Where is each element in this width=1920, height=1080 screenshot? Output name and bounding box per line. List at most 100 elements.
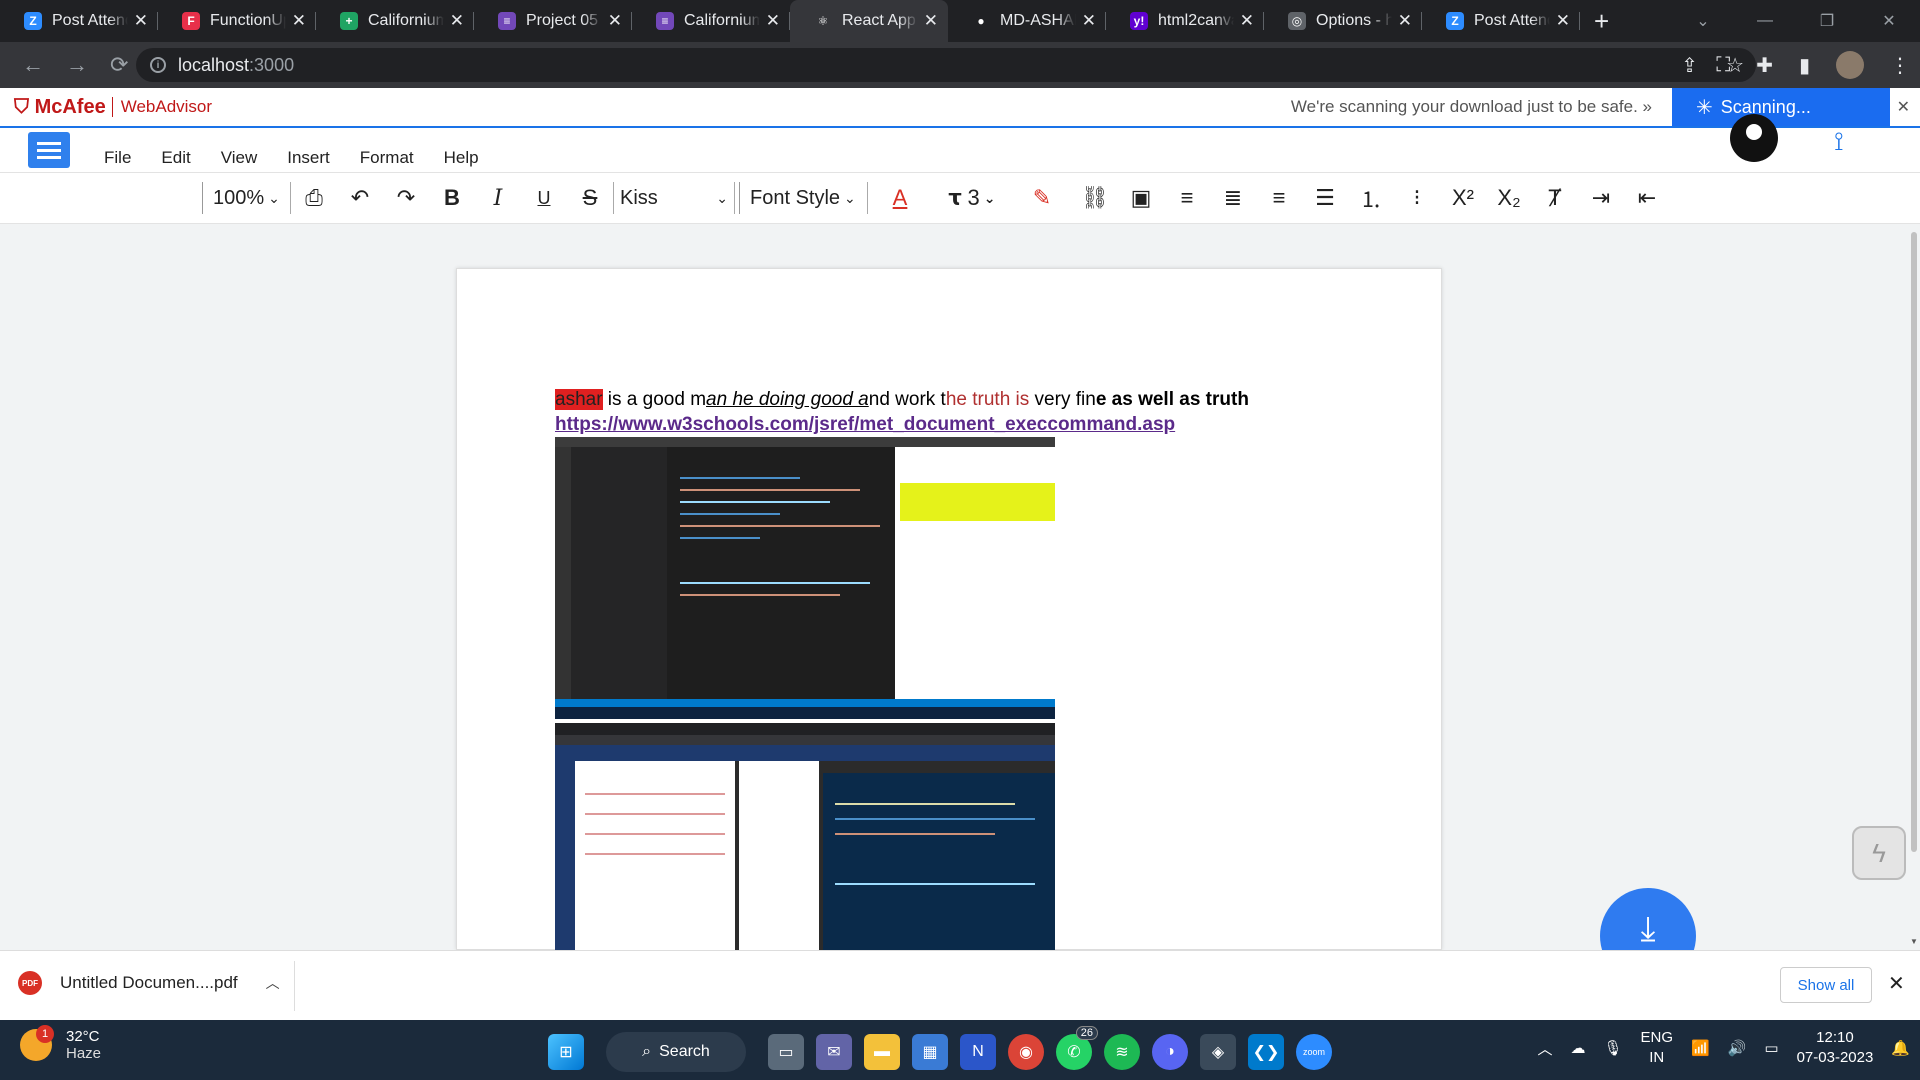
chrome-icon[interactable]: ◉ <box>1008 1034 1044 1070</box>
subscript-icon[interactable]: X₂ <box>1486 180 1532 216</box>
tab-8[interactable]: ◎ Options - h ✕ <box>1264 0 1422 42</box>
chevron-up-icon[interactable]: ︿ <box>266 973 280 993</box>
document-text-line[interactable]: ashar is a good man he doing good and wo… <box>555 389 1249 411</box>
menu-view[interactable]: View <box>221 148 258 168</box>
document-icon[interactable] <box>28 132 70 168</box>
italic-icon[interactable]: I <box>475 180 521 216</box>
close-banner-icon[interactable]: ✕ <box>1897 97 1910 117</box>
notification-icon[interactable]: 🔔 <box>1891 1039 1910 1057</box>
clear-format-icon[interactable]: Ⱦ <box>1532 180 1578 216</box>
print-icon[interactable]: ⎙ <box>291 180 337 216</box>
extension-icon[interactable]: ⛶ <box>1716 54 1730 77</box>
align-center-icon[interactable]: ≡ <box>1164 180 1210 216</box>
spotify-icon[interactable]: ≋ <box>1104 1034 1140 1070</box>
reload-icon[interactable]: ⟳ <box>110 52 128 78</box>
start-windows-icon[interactable]: ⊞ <box>548 1034 584 1070</box>
embedded-screenshot-codezinger[interactable] <box>555 723 1055 951</box>
close-window-button[interactable]: ✕ <box>1858 11 1920 31</box>
wifi-icon[interactable]: 📶 <box>1691 1039 1710 1057</box>
font-style-select[interactable]: Font Style ⌄ <box>744 182 868 214</box>
superscript-icon[interactable]: X² <box>1440 180 1486 216</box>
taskbar-search-button[interactable]: ⌕ Search <box>606 1032 746 1072</box>
bold-icon[interactable]: B <box>429 180 475 216</box>
zoom-select[interactable]: 100% ⌄ <box>207 182 291 214</box>
close-tab-icon[interactable]: ✕ <box>1556 11 1570 31</box>
font-color-icon[interactable]: A <box>868 180 932 216</box>
side-panel-icon[interactable]: ▮ <box>1799 53 1810 78</box>
tab-search-icon[interactable]: ⌄ <box>1672 11 1734 31</box>
tab-2[interactable]: + Californium ✕ <box>316 0 474 42</box>
task-view-icon[interactable]: ▭ <box>768 1034 804 1070</box>
menu-edit[interactable]: Edit <box>161 148 190 168</box>
notion-icon[interactable]: N <box>960 1034 996 1070</box>
new-tab-button[interactable]: + <box>1594 6 1609 37</box>
close-tab-icon[interactable]: ✕ <box>134 11 148 31</box>
font-name-select[interactable]: Kiss ⌄ <box>613 182 735 214</box>
menu-format[interactable]: Format <box>360 148 414 168</box>
microphone-icon[interactable]: 🎙 <box>1603 1039 1622 1057</box>
link-icon[interactable]: ⛓ <box>1072 180 1118 216</box>
menu-file[interactable]: File <box>104 148 131 168</box>
tab-3[interactable]: ≡ Project 05 C ✕ <box>474 0 632 42</box>
close-tab-icon[interactable]: ✕ <box>924 11 938 31</box>
scan-message[interactable]: We're scanning your download just to be … <box>1291 97 1652 117</box>
language-indicator[interactable]: ENG IN <box>1641 1028 1674 1068</box>
scroll-down-icon[interactable]: ▼ <box>1910 937 1918 946</box>
teams-chat-icon[interactable]: ✉ <box>816 1034 852 1070</box>
numbered-list-icon[interactable]: ⒈ <box>1348 180 1394 216</box>
font-size-select[interactable]: ꚍ 3 ⌄ <box>932 180 1012 216</box>
close-tab-icon[interactable]: ✕ <box>1082 11 1096 31</box>
forward-icon[interactable]: → <box>66 52 88 78</box>
file-explorer-icon[interactable]: ▬ <box>864 1034 900 1070</box>
tab-0[interactable]: Z Post Attendance ✕ <box>0 0 158 42</box>
volume-icon[interactable]: 🔊 <box>1728 1039 1747 1057</box>
close-tab-icon[interactable]: ✕ <box>1398 11 1412 31</box>
document-page[interactable]: ashar is a good man he doing good and wo… <box>456 268 1442 951</box>
tab-4[interactable]: ≡ Californium ✕ <box>632 0 790 42</box>
strikethrough-icon[interactable]: S <box>567 180 613 216</box>
close-tab-icon[interactable]: ✕ <box>766 11 780 31</box>
close-tab-icon[interactable]: ✕ <box>608 11 622 31</box>
tab-5[interactable]: ⚛ React App ✕ <box>790 0 948 42</box>
align-left-icon[interactable]: ≣ <box>1210 180 1256 216</box>
restore-button[interactable]: ❐ <box>1796 11 1858 31</box>
clock[interactable]: 12:10 07-03-2023 <box>1797 1028 1874 1068</box>
highlight-icon[interactable]: ✎ <box>1012 180 1072 216</box>
share-page-icon[interactable]: ⇪ <box>1681 53 1698 78</box>
justify-icon[interactable]: ☰ <box>1302 180 1348 216</box>
discord-icon[interactable]: ◑ <box>1152 1034 1188 1070</box>
whatsapp-icon[interactable]: ✆ 26 <box>1056 1026 1098 1070</box>
image-icon[interactable]: ▣ <box>1118 180 1164 216</box>
outdent-icon[interactable]: ⇤ <box>1624 180 1670 216</box>
menu-help[interactable]: Help <box>444 148 479 168</box>
battery-icon[interactable]: ▭ <box>1764 1039 1778 1057</box>
document-link[interactable]: https://www.w3schools.com/jsref/met_docu… <box>555 414 1175 436</box>
close-tab-icon[interactable]: ✕ <box>292 11 306 31</box>
weather-widget[interactable]: 1 32°C Haze <box>20 1025 101 1062</box>
site-info-icon[interactable]: i <box>150 57 166 73</box>
puzzle-icon[interactable]: ✚ <box>1756 53 1773 78</box>
tab-9[interactable]: Z Post Attendance ✕ <box>1422 0 1580 42</box>
scrollbar[interactable]: ▼ <box>1908 224 1920 950</box>
user-icon[interactable] <box>1730 114 1778 162</box>
show-all-button[interactable]: Show all <box>1780 967 1872 1003</box>
chevron-up-icon[interactable]: ︿ <box>1537 1038 1552 1059</box>
cloud-icon[interactable]: ☁ <box>1570 1039 1585 1057</box>
stylus-widget-icon[interactable]: ϟ <box>1852 826 1906 880</box>
align-right-icon[interactable]: ≡ <box>1256 180 1302 216</box>
close-shelf-icon[interactable]: ✕ <box>1888 971 1905 996</box>
profile-avatar[interactable] <box>1836 51 1864 79</box>
download-item[interactable]: PDF Untitled Documen....pdf ︿ <box>18 971 280 995</box>
back-icon[interactable]: ← <box>22 52 44 78</box>
close-tab-icon[interactable]: ✕ <box>450 11 464 31</box>
app-icon[interactable]: ◈ <box>1200 1034 1236 1070</box>
undo-icon[interactable]: ↶ <box>337 180 383 216</box>
embedded-screenshot-vscode[interactable] <box>555 437 1055 719</box>
tab-6[interactable]: ● MD-ASHAR ✕ <box>948 0 1106 42</box>
share-icon[interactable]: ⟟ <box>1834 126 1844 158</box>
kebab-menu-icon[interactable]: ⋮ <box>1890 53 1910 78</box>
zoom-app-icon[interactable]: zoom <box>1296 1034 1332 1070</box>
bulleted-list-icon[interactable]: ⁝ <box>1394 180 1440 216</box>
store-icon[interactable]: ▦ <box>912 1034 948 1070</box>
tab-1[interactable]: F FunctionUp ✕ <box>158 0 316 42</box>
